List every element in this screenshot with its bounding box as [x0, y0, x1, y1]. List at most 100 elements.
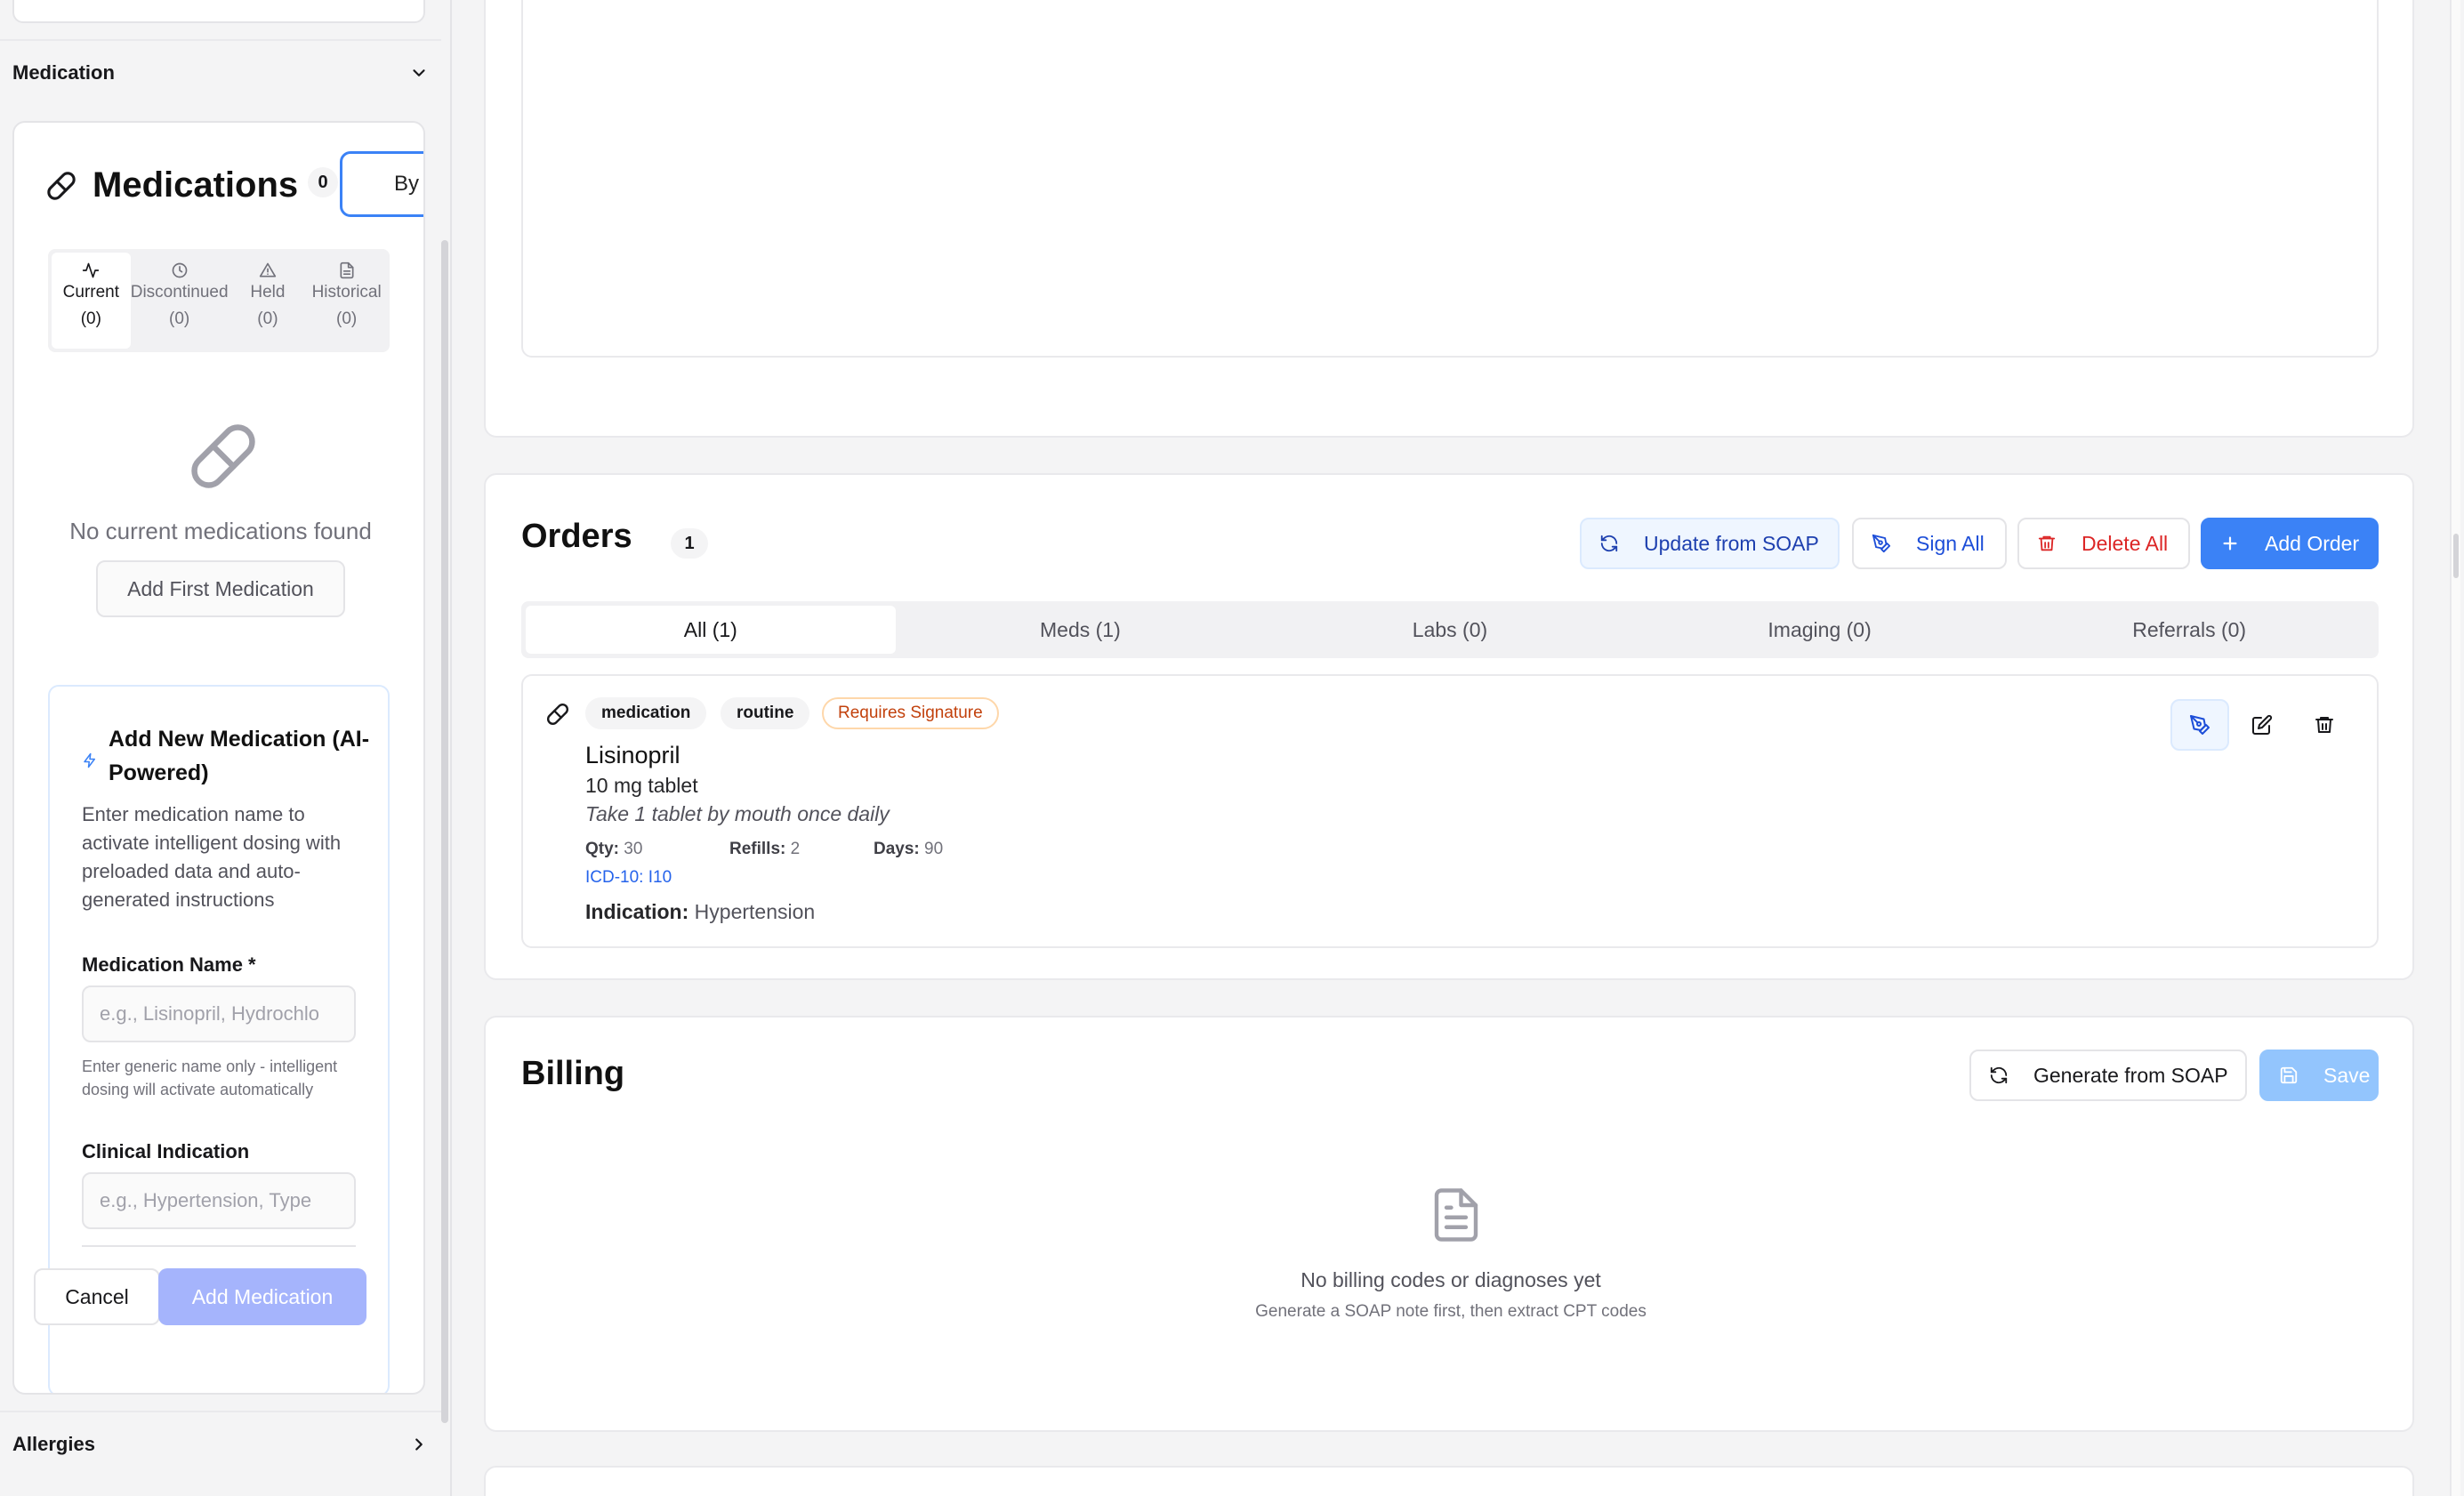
clinical-indication-label: Clinical Indication — [82, 1140, 250, 1162]
tab-imaging[interactable]: Imaging (0) — [1635, 606, 2005, 654]
sign-order-button[interactable] — [2170, 699, 2229, 751]
tab-meds[interactable]: Meds (1) — [896, 606, 1266, 654]
scrollbar-handle[interactable] — [2453, 534, 2459, 578]
tab-discontinued[interactable]: Discontinued (0) — [131, 253, 229, 349]
pill-icon — [191, 424, 255, 488]
previous-section-card — [12, 0, 425, 23]
medication-name-input[interactable]: e.g., Lisinopril, Hydrochlo — [82, 985, 356, 1042]
order-priority-tag: routine — [721, 697, 810, 729]
order-type-tag: medication — [585, 697, 707, 729]
cancel-button[interactable]: Cancel — [34, 1268, 160, 1325]
days-field: Days: 90 — [874, 840, 943, 859]
update-from-soap-label: Update from SOAP — [1644, 531, 1819, 555]
edit-order-button[interactable] — [2233, 699, 2291, 751]
medication-section-header[interactable]: Medication — [0, 39, 441, 105]
orders-panel: Orders 1 Update from SOAP Sign All Delet… — [484, 473, 2414, 980]
tab-held[interactable]: Held (0) — [229, 253, 308, 349]
orders-title: Orders — [521, 518, 632, 555]
drug-sig: Take 1 tablet by mouth once daily — [585, 802, 890, 825]
signature-status-badge: Requires Signature — [822, 697, 999, 729]
document-icon — [1434, 1188, 1478, 1242]
sign-all-button[interactable]: Sign All — [1852, 518, 2007, 569]
form-description: Enter medication name to activate intell… — [82, 803, 342, 911]
tab-count: (0) — [169, 310, 190, 328]
indication-label: Indication: — [585, 900, 689, 923]
add-first-medication-button[interactable]: Add First Medication — [96, 560, 345, 617]
plus-icon — [2223, 536, 2237, 551]
add-order-label: Add Order — [2265, 531, 2360, 555]
next-panel — [484, 1466, 2414, 1496]
activity-icon — [83, 262, 100, 278]
delete-all-button[interactable]: Delete All — [2017, 518, 2190, 569]
medications-header: Medications — [46, 165, 298, 205]
sidebar: Medication Medications 0 By M Current (0… — [0, 0, 445, 1496]
days-label: Days: — [874, 840, 920, 858]
sign-all-label: Sign All — [1916, 531, 1985, 555]
form-title: Add New Medication (AI-Powered) — [109, 727, 370, 785]
refills-field: Refills: 2 — [729, 840, 800, 859]
medication-section-label: Medication — [12, 61, 115, 84]
main-scrollbar[interactable] — [2450, 0, 2460, 1496]
signature-icon — [1872, 534, 1891, 553]
allergies-section-header[interactable]: Allergies — [0, 1411, 441, 1476]
tab-count: (0) — [80, 310, 101, 328]
refills-label: Refills: — [729, 840, 786, 858]
medications-card: Medications 0 By M Current (0) Discontin… — [12, 121, 425, 1395]
soap-content-box — [521, 0, 2379, 358]
indication-value: Hypertension — [694, 900, 816, 923]
billing-panel: Billing Generate from SOAP Save No billi… — [484, 1016, 2414, 1432]
refresh-icon — [1990, 1066, 2008, 1084]
allergies-section-label: Allergies — [12, 1433, 95, 1455]
refresh-icon — [1600, 535, 1618, 552]
icd-code-link[interactable]: ICD-10: I10 — [585, 868, 672, 888]
drug-strength: 10 mg tablet — [585, 774, 698, 797]
tab-historical[interactable]: Historical (0) — [307, 253, 386, 349]
generate-from-soap-button[interactable]: Generate from SOAP — [1969, 1050, 2247, 1101]
soap-panel — [484, 0, 2414, 438]
billing-title: Billing — [521, 1055, 625, 1092]
medications-title: Medications — [93, 165, 299, 205]
main-content: Orders 1 Update from SOAP Sign All Delet… — [452, 0, 2464, 1496]
lightning-icon — [84, 752, 95, 768]
save-button[interactable]: Save — [2259, 1050, 2379, 1101]
order-tabs: All (1) Meds (1) Labs (0) Imaging (0) Re… — [521, 601, 2379, 658]
clock-icon — [172, 262, 187, 278]
drug-name: Lisinopril — [585, 742, 680, 768]
chevron-down-icon — [413, 69, 425, 76]
tab-label: Historical — [311, 283, 382, 302]
chevron-right-icon — [415, 1438, 423, 1451]
orders-count-badge: 1 — [671, 528, 708, 559]
add-order-button[interactable]: Add Order — [2201, 518, 2379, 569]
tab-count: (0) — [257, 310, 278, 328]
document-icon — [340, 261, 354, 279]
empty-state-text: No current medications found — [69, 518, 372, 544]
tab-label: Discontinued — [130, 283, 229, 302]
trash-icon — [2315, 717, 2333, 733]
generate-from-soap-label: Generate from SOAP — [2033, 1063, 2228, 1087]
save-icon — [2280, 1066, 2298, 1084]
tab-current[interactable]: Current (0) — [52, 253, 131, 349]
save-label: Save — [2323, 1063, 2371, 1087]
qty-field: Qty: 30 — [585, 840, 642, 859]
tab-label: Current — [62, 283, 120, 302]
medication-name-label: Medication Name * — [82, 953, 256, 976]
indication-field: Indication: Hypertension — [585, 900, 815, 924]
delete-all-label: Delete All — [2082, 531, 2169, 555]
tab-all[interactable]: All (1) — [526, 606, 896, 654]
tab-referrals[interactable]: Referrals (0) — [2004, 606, 2374, 654]
edit-icon — [2252, 714, 2273, 735]
clinical-indication-input[interactable]: e.g., Hypertension, Type — [82, 1172, 356, 1229]
sidebar-scrollbar[interactable] — [441, 240, 448, 1423]
update-from-soap-button[interactable]: Update from SOAP — [1580, 518, 1840, 569]
qty-label: Qty: — [585, 840, 619, 858]
medications-count-badge: 0 — [308, 167, 338, 197]
order-item: medication routine Requires Signature Li… — [521, 674, 2379, 948]
add-medication-button[interactable]: Add Medication — [158, 1268, 366, 1325]
delete-order-button[interactable] — [2295, 699, 2354, 751]
signature-icon — [2190, 715, 2210, 735]
view-mode-button[interactable]: By M — [340, 151, 423, 217]
tab-labs[interactable]: Labs (0) — [1265, 606, 1635, 654]
app: Medication Medications 0 By M Current (0… — [0, 0, 2464, 1496]
billing-empty-title: No billing codes or diagnoses yet — [1300, 1268, 1601, 1291]
form-divider — [82, 1245, 356, 1247]
